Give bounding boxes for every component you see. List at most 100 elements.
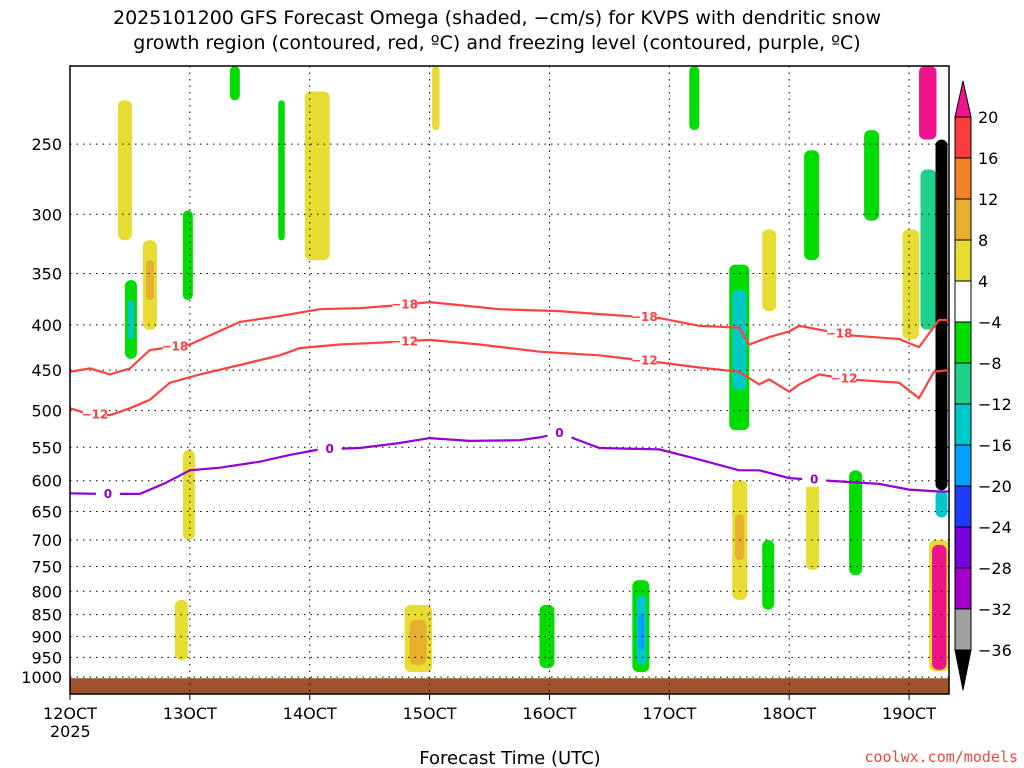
contour-label: −18 [161,340,188,354]
omega-region [432,66,440,131]
omega-region [762,229,777,312]
contour-label: −18 [391,298,418,312]
colorbar-label: −24 [978,518,1012,537]
x-axis-title: Forecast Time (UTC) [419,748,600,768]
colorbar-box [954,403,972,446]
omega-region [304,91,330,261]
x-tick-label: 14OCT [283,704,337,723]
y-tick-label: 400 [31,316,62,335]
x-axis-ticks: 12OCT 13OCT 14OCT 15OCT 16OCT 17OCT 18OCT 19OCT [43,694,936,723]
colorbar-label: −32 [978,600,1012,619]
omega-region [278,100,285,241]
colorbar-label: 12 [978,190,998,209]
contour-label: −18 [631,310,658,324]
contour-label: −12 [82,408,109,422]
colorbar-label: −4 [978,313,1002,332]
omega-region [864,130,880,221]
omega-region [902,229,920,339]
omega-region [127,300,134,339]
omega-region [935,490,948,518]
colorbar-box [954,567,972,610]
colorbar-under-triangle [954,649,972,691]
x-tick-label: 16OCT [523,704,577,723]
contour-label: −18 [826,326,853,340]
x-tick-label: 12OCT [43,704,97,723]
y-tick-label: 700 [31,531,62,550]
contour-label: 0 [326,442,334,456]
contour-label: 0 [555,426,563,440]
omega-region [920,169,937,330]
contour-dgz-top [70,300,949,376]
omega-region [174,599,188,661]
x-tick-label: 18OCT [762,704,816,723]
x-tick-label: 19OCT [882,704,936,723]
contour-label: 0 [810,473,818,487]
omega-region [919,66,937,140]
omega-region [762,539,775,610]
omega-region [849,470,863,576]
x-tick-label: 15OCT [403,704,457,723]
watermark: coolwx.com/models [864,748,1018,766]
contour-label: −12 [391,334,418,348]
y-tick-label: 950 [31,648,62,667]
y-tick-label: 800 [31,582,62,601]
y-tick-label: 650 [31,502,62,521]
omega-region [735,514,745,561]
colorbar-box [954,198,972,241]
x-tick-label: 13OCT [163,704,217,723]
omega-region [935,139,948,491]
contour-dgz-bottom [70,338,949,417]
omega-region [689,66,700,131]
colorbar-label: 8 [978,231,988,250]
colorbar-box [954,485,972,528]
colorbar: 20 16 12 8 4 −4 −8 −12 −16 −20 −24 −28 −32 −36 [954,80,1012,691]
y-tick-label: 250 [31,135,62,154]
omega-region [145,260,154,301]
y-tick-label: 750 [31,557,62,576]
colorbar-box [954,116,972,159]
contour-label: −12 [631,354,658,368]
y-axis-ticks: 250 300 350 400 450 500 550 600 650 700 750 800 850 9… [21,135,62,687]
y-tick-label: 1000 [21,668,62,687]
omega-region [638,615,645,651]
y-tick-label: 500 [31,402,62,421]
x-year-label: 2025 [50,722,91,741]
colorbar-box [954,526,972,569]
omega-region [804,150,820,261]
colorbar-box [954,157,972,200]
colorbar-label: 4 [978,272,988,291]
colorbar-label: −20 [978,477,1012,496]
omega-region [182,450,195,540]
y-tick-label: 900 [31,628,62,647]
colorbar-box [954,280,972,323]
omega-time-height-chart: 2025101200 GFS Forecast Omega (shaded, −… [21,7,1018,768]
colorbar-box [954,239,972,282]
colorbar-label: −12 [978,395,1012,414]
omega-region [182,210,193,301]
colorbar-box [954,321,972,364]
colorbar-box [954,444,972,487]
colorbar-over-triangle [954,80,972,118]
colorbar-box [954,362,972,405]
y-tick-label: 300 [31,205,62,224]
colorbar-label: −36 [978,641,1012,660]
colorbar-label: 16 [978,149,998,168]
colorbar-box [954,608,972,651]
chart-title-line-1: 2025101200 GFS Forecast Omega (shaded, −… [113,7,881,29]
surface-terrain [70,678,949,694]
colorbar-label: −8 [978,354,1002,373]
contour-lines: −18 −18 −18 −18 −12 −12 −12 −12 0 0 0 0 [70,297,949,501]
omega-shading [70,66,949,694]
x-tick-label: 17OCT [642,704,696,723]
chart-title-line-2: growth region (contoured, red, ºC) and f… [133,32,860,54]
y-tick-label: 600 [31,472,62,491]
contour-label: 0 [104,487,112,501]
colorbar-label: −28 [978,559,1012,578]
y-tick-label: 450 [31,361,62,380]
y-tick-label: 350 [31,265,62,284]
colorbar-label: −16 [978,436,1012,455]
colorbar-label: 20 [978,108,998,127]
omega-region [409,619,427,665]
y-tick-label: 850 [31,606,62,625]
omega-region [229,66,240,101]
